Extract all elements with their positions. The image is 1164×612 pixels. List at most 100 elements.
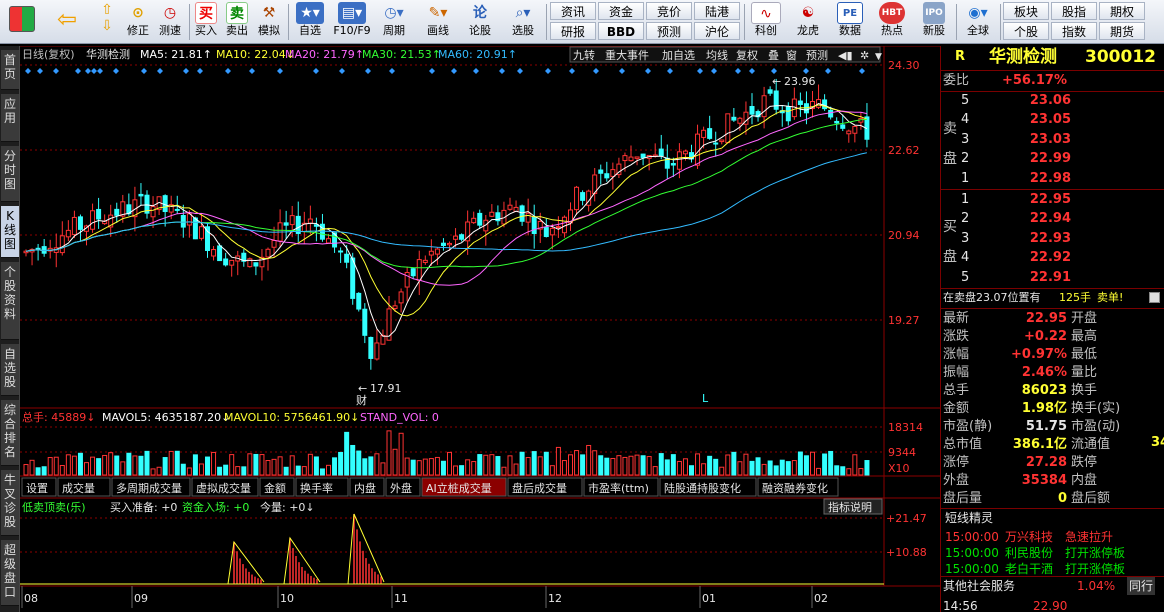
predict-button[interactable]: 预测 [806,49,828,62]
stock-button[interactable]: 个股 [1003,22,1049,40]
f10-button[interactable]: ▤▾ F10/F9 [332,2,372,42]
notice-checkbox[interactable] [1149,292,1160,303]
side-tab-kline[interactable]: K线图 [1,206,19,258]
collapse-icon[interactable]: ◀▮ [838,49,853,62]
candle-body [35,247,41,250]
sell-button[interactable]: 卖 卖出 [223,2,251,42]
ipo-button[interactable]: IPO 新股 [916,2,952,42]
sell-level-row[interactable]: 3 23.03 [941,131,1164,149]
forecast-button[interactable]: 预测 [646,22,692,40]
side-tab-timeshare[interactable]: 分时图 [1,146,19,202]
indicator-tab[interactable]: 融资融券变化 [757,477,839,497]
book-level: 5 [961,93,970,108]
speedtest-button[interactable]: ◷ 测速 [155,2,185,42]
volume-bar [658,453,664,476]
draw-button[interactable]: ✎▾ 画线 [420,2,456,42]
adjust-button[interactable]: 复权 [736,48,758,62]
indicator-tab[interactable]: 虚拟成交量 [191,477,259,497]
indicator-tab[interactable]: AI立桩成交量 [421,477,507,497]
nine-turn-button[interactable]: 九转 [573,48,595,62]
indicator-tab[interactable]: 盘后成交量 [507,477,583,497]
add-favorite-button[interactable]: 加自选 [662,49,695,62]
major-events-button[interactable]: 重大事件 [605,48,649,62]
indicator-tab[interactable]: 市盈率(ttm) [583,477,659,497]
side-tab-watchlist[interactable]: 自选股 [1,344,19,396]
buy-level-row[interactable]: 4 22.92 [941,249,1164,267]
kline-chart[interactable]: 日线(复权) 华测检测 MA5: 21.81↑ MA10: 22.04↓ MA2… [20,46,940,608]
news-button[interactable]: 资讯 [550,2,596,20]
dropdown-icon[interactable]: ▼ [875,52,882,62]
volume-bar [610,457,616,476]
divider [941,308,1164,309]
futures-button[interactable]: 期货 [1099,22,1145,40]
speedtest-label: 测速 [159,24,181,37]
buy-level-row[interactable]: 5 22.91 [941,269,1164,287]
window-button[interactable]: 窗 [786,48,797,62]
simulate-button[interactable]: ⚒ 模拟 [254,2,284,42]
options-button[interactable]: 期权 [1099,2,1145,20]
side-tab-diagnosis[interactable]: 牛叉诊股 [1,470,19,536]
side-tab-home[interactable]: 首页 [1,50,19,90]
candle-body [761,95,767,118]
up-button[interactable]: ⇧ ⇩ [92,2,122,42]
bbd-button[interactable]: BBD [598,22,644,40]
indicator-tab[interactable]: 内盘 [349,477,385,497]
indicator-tab[interactable]: 成交量 [57,477,111,497]
sector-more-button[interactable]: 同行 [1127,577,1156,595]
candle-body [198,226,204,239]
hotspot-button[interactable]: HBT 热点 [874,2,910,42]
back-button[interactable]: ⇦ [50,2,84,42]
fix-button[interactable]: ⊙ 修正 [124,2,152,42]
indicator-tab[interactable]: 陆股通持股变化 [659,477,757,497]
buy-level-row[interactable]: 3 22.93 [941,230,1164,248]
star-market-button[interactable]: ∿ 科创 [748,2,784,42]
candle-body [253,262,259,267]
buy-level-row[interactable]: 2 22.94 [941,210,1164,228]
candle-body [344,253,350,263]
financial-report-mark[interactable]: 财 [356,393,367,407]
sell-level-row[interactable]: 5 23.06 [941,92,1164,110]
research-button[interactable]: 研报 [550,22,596,40]
candle-body [519,205,525,222]
side-tab-apps[interactable]: 应用 [1,94,19,142]
data-button[interactable]: PE 数据 [832,2,868,42]
index-stock-button[interactable]: 股指 [1051,2,1097,20]
month-tick: 11 [394,592,408,605]
index-button[interactable]: 指数 [1051,22,1097,40]
capital-button[interactable]: 资金 [598,2,644,20]
global-button[interactable]: ◉▾ 全球 [960,2,996,42]
indicator-tab[interactable]: 外盘 [385,477,421,497]
volume-bar [114,455,120,476]
discuss-button[interactable]: 论 论股 [462,2,498,42]
sell-level-row[interactable]: 2 22.99 [941,150,1164,168]
ma-button[interactable]: 均线 [706,48,728,62]
candle-body [356,292,362,310]
period-button[interactable]: ◷▾ 周期 [376,2,412,42]
grid-app-button[interactable] [4,2,40,42]
side-tab-super-board[interactable]: 超级盘口 [1,540,19,606]
buy-level-row[interactable]: 1 22.95 [941,191,1164,209]
shanghai-london-button[interactable]: 沪伦 [694,22,740,40]
settings-icon[interactable]: ✲ [860,49,869,62]
stat-label-2: 流通值 [1071,437,1111,452]
volume-bar [356,450,362,476]
dragon-tiger-button[interactable]: ☯ 龙虎 [790,2,826,42]
buy-button[interactable]: 买 买入 [192,2,220,42]
overlay-button[interactable]: 叠 [768,49,779,62]
volume-bar [689,465,694,476]
side-tab-profile[interactable]: 个股资料 [1,262,19,340]
indicator-tab[interactable]: 多周期成交量 [111,477,191,497]
indicator-tab[interactable]: 设置 [21,477,57,497]
sector-row[interactable]: 其他社会服务 1.04% 同行 [941,577,1164,595]
favorites-button[interactable]: ★▾ 自选 [292,2,328,42]
side-tab-ranking[interactable]: 综合排名 [1,400,19,466]
sell-level-row[interactable]: 1 22.98 [941,170,1164,188]
auction-button[interactable]: 竞价 [646,2,692,20]
pick-button[interactable]: ⌕▾ 选股 [504,2,542,42]
sector-button[interactable]: 板块 [1003,2,1049,20]
indicator-tab[interactable]: 换手率 [295,477,349,497]
volume-bar [519,451,525,476]
sell-level-row[interactable]: 4 23.05 [941,111,1164,129]
indicator-tab[interactable]: 金额 [259,477,295,497]
hkconnect-button[interactable]: 陆港 [694,2,740,20]
